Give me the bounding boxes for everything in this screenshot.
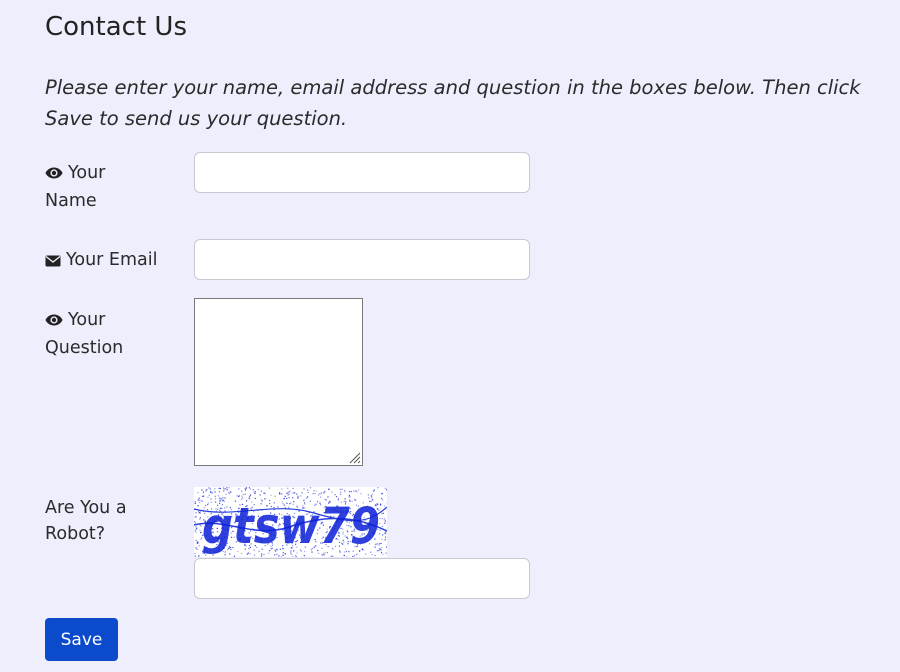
name-label: Your Name bbox=[45, 160, 145, 214]
email-label: Your Email bbox=[45, 247, 185, 275]
name-field[interactable] bbox=[194, 152, 530, 193]
envelope-icon bbox=[45, 249, 61, 275]
email-field[interactable] bbox=[194, 239, 530, 280]
intro-text: Please enter your name, email address an… bbox=[45, 76, 861, 130]
save-button[interactable]: Save bbox=[45, 618, 118, 661]
contact-page: Contact Us Please enter your name, email… bbox=[0, 0, 900, 672]
robot-label: Are You a Robot? bbox=[45, 498, 127, 544]
captcha-image: gtsw79 bbox=[194, 487, 387, 557]
captcha-text: gtsw79 bbox=[202, 497, 380, 555]
resize-handle-icon[interactable] bbox=[348, 451, 361, 464]
eye-icon bbox=[45, 162, 63, 188]
captcha-answer-field[interactable] bbox=[194, 558, 530, 599]
question-label: Your Question bbox=[45, 307, 145, 361]
page-title: Contact Us bbox=[45, 12, 187, 42]
question-textarea[interactable] bbox=[194, 298, 363, 466]
eye-icon bbox=[45, 309, 63, 335]
email-label-text: Your Email bbox=[66, 250, 158, 270]
